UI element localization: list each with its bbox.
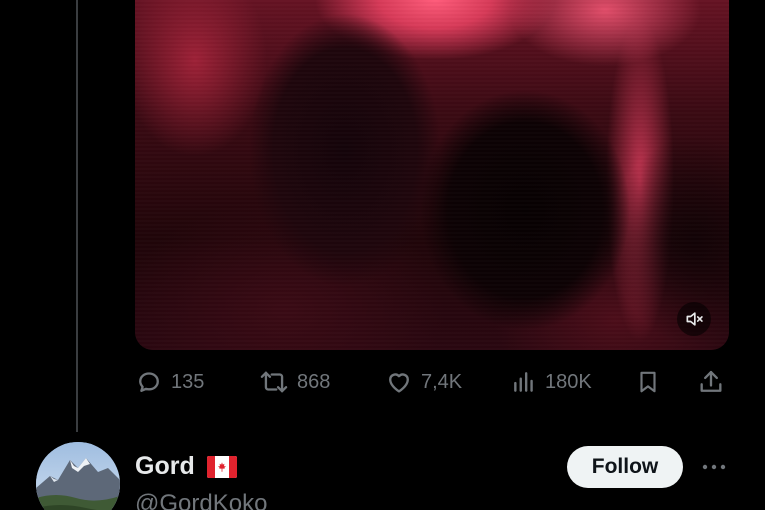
repost-count: 868	[297, 370, 331, 393]
bar-chart-icon	[514, 372, 533, 392]
author-name-row: Gord	[135, 452, 237, 481]
reply-tweet: Gord @GordKoko Follow	[0, 432, 765, 510]
like-button[interactable]: 7,4K	[385, 366, 462, 398]
mountain-landscape-avatar	[36, 442, 120, 510]
thread-connector-line	[76, 0, 78, 432]
heart-icon	[389, 373, 409, 393]
more-options-button[interactable]	[697, 454, 731, 480]
mute-button[interactable]	[677, 302, 711, 336]
tweet-video[interactable]	[135, 0, 729, 350]
avatar[interactable]	[36, 442, 120, 510]
bookmark-button[interactable]	[635, 366, 661, 398]
views-count: 180K	[545, 370, 592, 393]
speaker-muted-icon	[686, 312, 703, 326]
more-dots-icon	[702, 464, 726, 470]
reply-button[interactable]: 135	[135, 366, 204, 398]
like-count: 7,4K	[421, 370, 463, 393]
share-button[interactable]	[697, 366, 725, 398]
views-button[interactable]: 180K	[511, 366, 592, 398]
repost-arrows-icon	[260, 371, 288, 393]
timeline: 135 868 7,4K 180K Gord @GordKoko Follow	[0, 0, 765, 510]
canada-flag-icon	[206, 455, 237, 478]
tweet-action-bar: 135 868 7,4K 180K	[135, 366, 729, 398]
author-handle[interactable]: @GordKoko	[135, 490, 267, 510]
reply-bubble-icon	[139, 372, 159, 392]
bookmark-icon	[640, 371, 656, 393]
reply-count: 135	[171, 370, 205, 393]
follow-button[interactable]: Follow	[567, 446, 683, 488]
repost-button[interactable]: 868	[259, 366, 330, 398]
share-upload-icon	[700, 370, 722, 392]
author-display-name[interactable]: Gord	[135, 452, 195, 481]
